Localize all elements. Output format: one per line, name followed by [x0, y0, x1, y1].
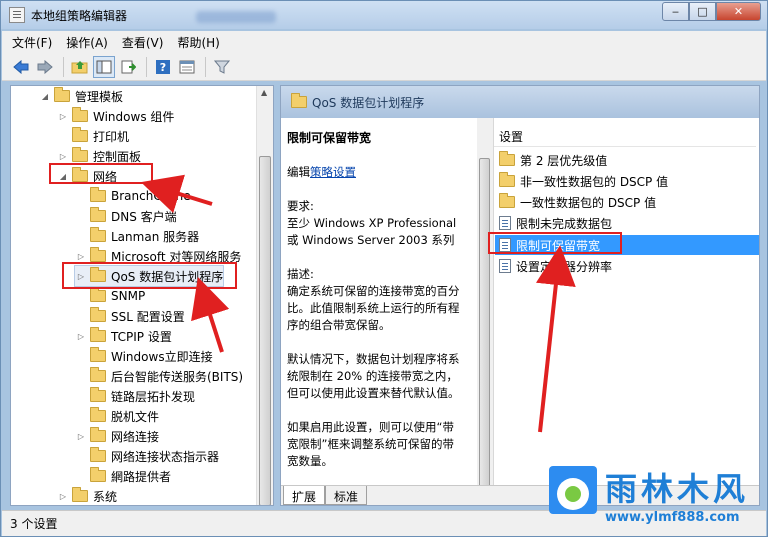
annotation-arrows — [140, 174, 576, 433]
watermark-url: www.ylmf888.com — [605, 510, 740, 525]
watermark-logo-icon — [549, 466, 597, 514]
watermark-title: 雨林木风 — [605, 470, 750, 508]
watermark: 雨林木风 www.ylmf888.com — [549, 460, 764, 534]
